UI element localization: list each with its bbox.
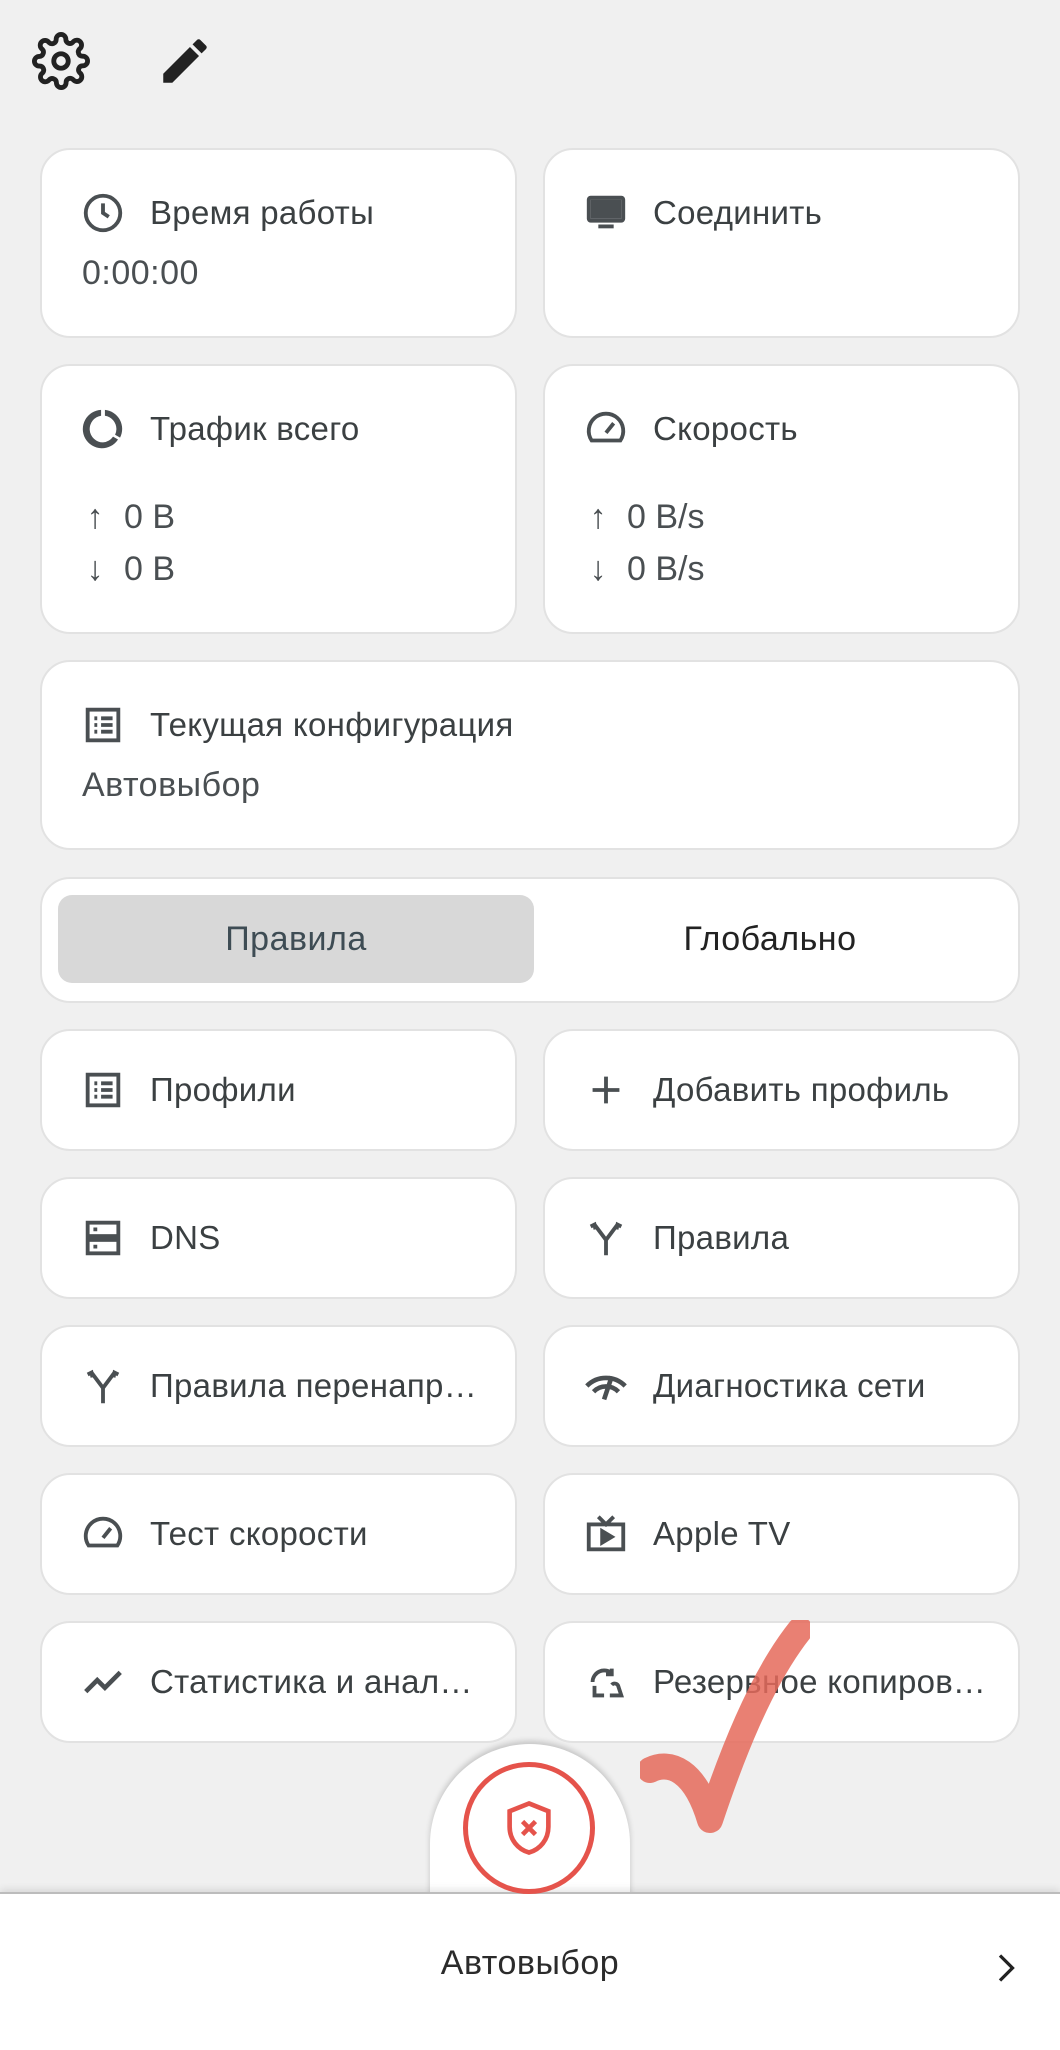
connect-card[interactable]: Соединить (543, 148, 1020, 338)
backup-icon (583, 1659, 629, 1705)
selected-server-label[interactable]: Автовыбор (0, 1944, 1060, 1983)
redirect-rules-label: Правила перенаправления (150, 1367, 490, 1404)
fork-icon (80, 1363, 126, 1409)
traffic-card: Трафик всего ↑ 0 B ↓ 0 B (40, 364, 517, 634)
chevron-right-icon[interactable] (990, 1948, 1020, 1988)
rules-tile[interactable]: Правила (543, 1177, 1020, 1299)
uptime-card: Время работы 0:00:00 (40, 148, 517, 338)
clock-icon (80, 190, 126, 236)
mode-rules-button[interactable]: Правила (58, 895, 534, 983)
traffic-up-value: 0 B (124, 498, 176, 536)
arrow-up-icon: ↑ (589, 498, 607, 536)
speed-down-value: 0 B/s (627, 550, 705, 588)
shield-x-icon (498, 1797, 560, 1859)
network-diagnostics-tile[interactable]: Диагностика сети (543, 1325, 1020, 1447)
traffic-down-value: 0 B (124, 550, 176, 588)
speed-down: ↓ 0 B/s (583, 550, 705, 589)
gear-icon[interactable] (32, 32, 90, 90)
network-diagnostics-label: Диагностика сети (653, 1367, 926, 1404)
speed-test-tile[interactable]: Тест скорости (40, 1473, 517, 1595)
traffic-up: ↑ 0 B (80, 498, 176, 537)
backup-label: Резервное копирование (653, 1663, 993, 1700)
speedometer-icon (583, 406, 629, 452)
connect-title: Соединить (653, 194, 823, 231)
speed-title: Скорость (653, 410, 798, 447)
tv-icon (583, 1511, 629, 1557)
traffic-down: ↓ 0 B (80, 550, 176, 589)
arrow-up-icon: ↑ (86, 498, 104, 536)
network-check-icon (583, 1363, 629, 1409)
trend-icon (80, 1659, 126, 1705)
speedometer-icon (80, 1511, 126, 1557)
list-icon (80, 1067, 126, 1113)
mode-segmented-control: Правила Глобально (40, 877, 1020, 1003)
fork-icon (583, 1215, 629, 1261)
fab-hump-base (426, 1894, 634, 1934)
donut-icon (80, 406, 126, 452)
backup-tile[interactable]: Резервное копирование (543, 1621, 1020, 1743)
statistics-tile[interactable]: Статистика и аналитика (40, 1621, 517, 1743)
mode-global-button[interactable]: Глобально (532, 895, 1008, 983)
list-icon (80, 702, 126, 748)
profiles-tile[interactable]: Профили (40, 1029, 517, 1151)
arrow-down-icon: ↓ (589, 550, 607, 588)
config-value: Автовыбор (82, 766, 261, 804)
plus-icon (583, 1067, 629, 1113)
monitor-icon (583, 190, 629, 236)
rules-label: Правила (653, 1219, 790, 1256)
speed-test-label: Тест скорости (150, 1515, 368, 1552)
add-profile-tile[interactable]: Добавить профиль (543, 1029, 1020, 1151)
dns-label: DNS (150, 1219, 221, 1256)
speed-up: ↑ 0 B/s (583, 498, 705, 537)
profiles-label: Профили (150, 1071, 296, 1108)
speed-up-value: 0 B/s (627, 498, 705, 536)
uptime-title: Время работы (150, 194, 375, 231)
config-title: Текущая конфигурация (150, 706, 514, 743)
pencil-icon[interactable] (156, 32, 214, 90)
apple-tv-label: Apple TV (653, 1515, 791, 1552)
server-icon (80, 1215, 126, 1261)
traffic-title: Трафик всего (150, 410, 360, 447)
connect-toggle-button[interactable] (463, 1762, 595, 1894)
arrow-down-icon: ↓ (86, 550, 104, 588)
speed-card: Скорость ↑ 0 B/s ↓ 0 B/s (543, 364, 1020, 634)
config-card[interactable]: Текущая конфигурация Автовыбор (40, 660, 1020, 850)
redirect-rules-tile[interactable]: Правила перенаправления (40, 1325, 517, 1447)
uptime-value: 0:00:00 (82, 254, 199, 292)
dns-tile[interactable]: DNS (40, 1177, 517, 1299)
apple-tv-tile[interactable]: Apple TV (543, 1473, 1020, 1595)
add-profile-label: Добавить профиль (653, 1071, 950, 1108)
statistics-label: Статистика и аналитика (150, 1663, 490, 1700)
